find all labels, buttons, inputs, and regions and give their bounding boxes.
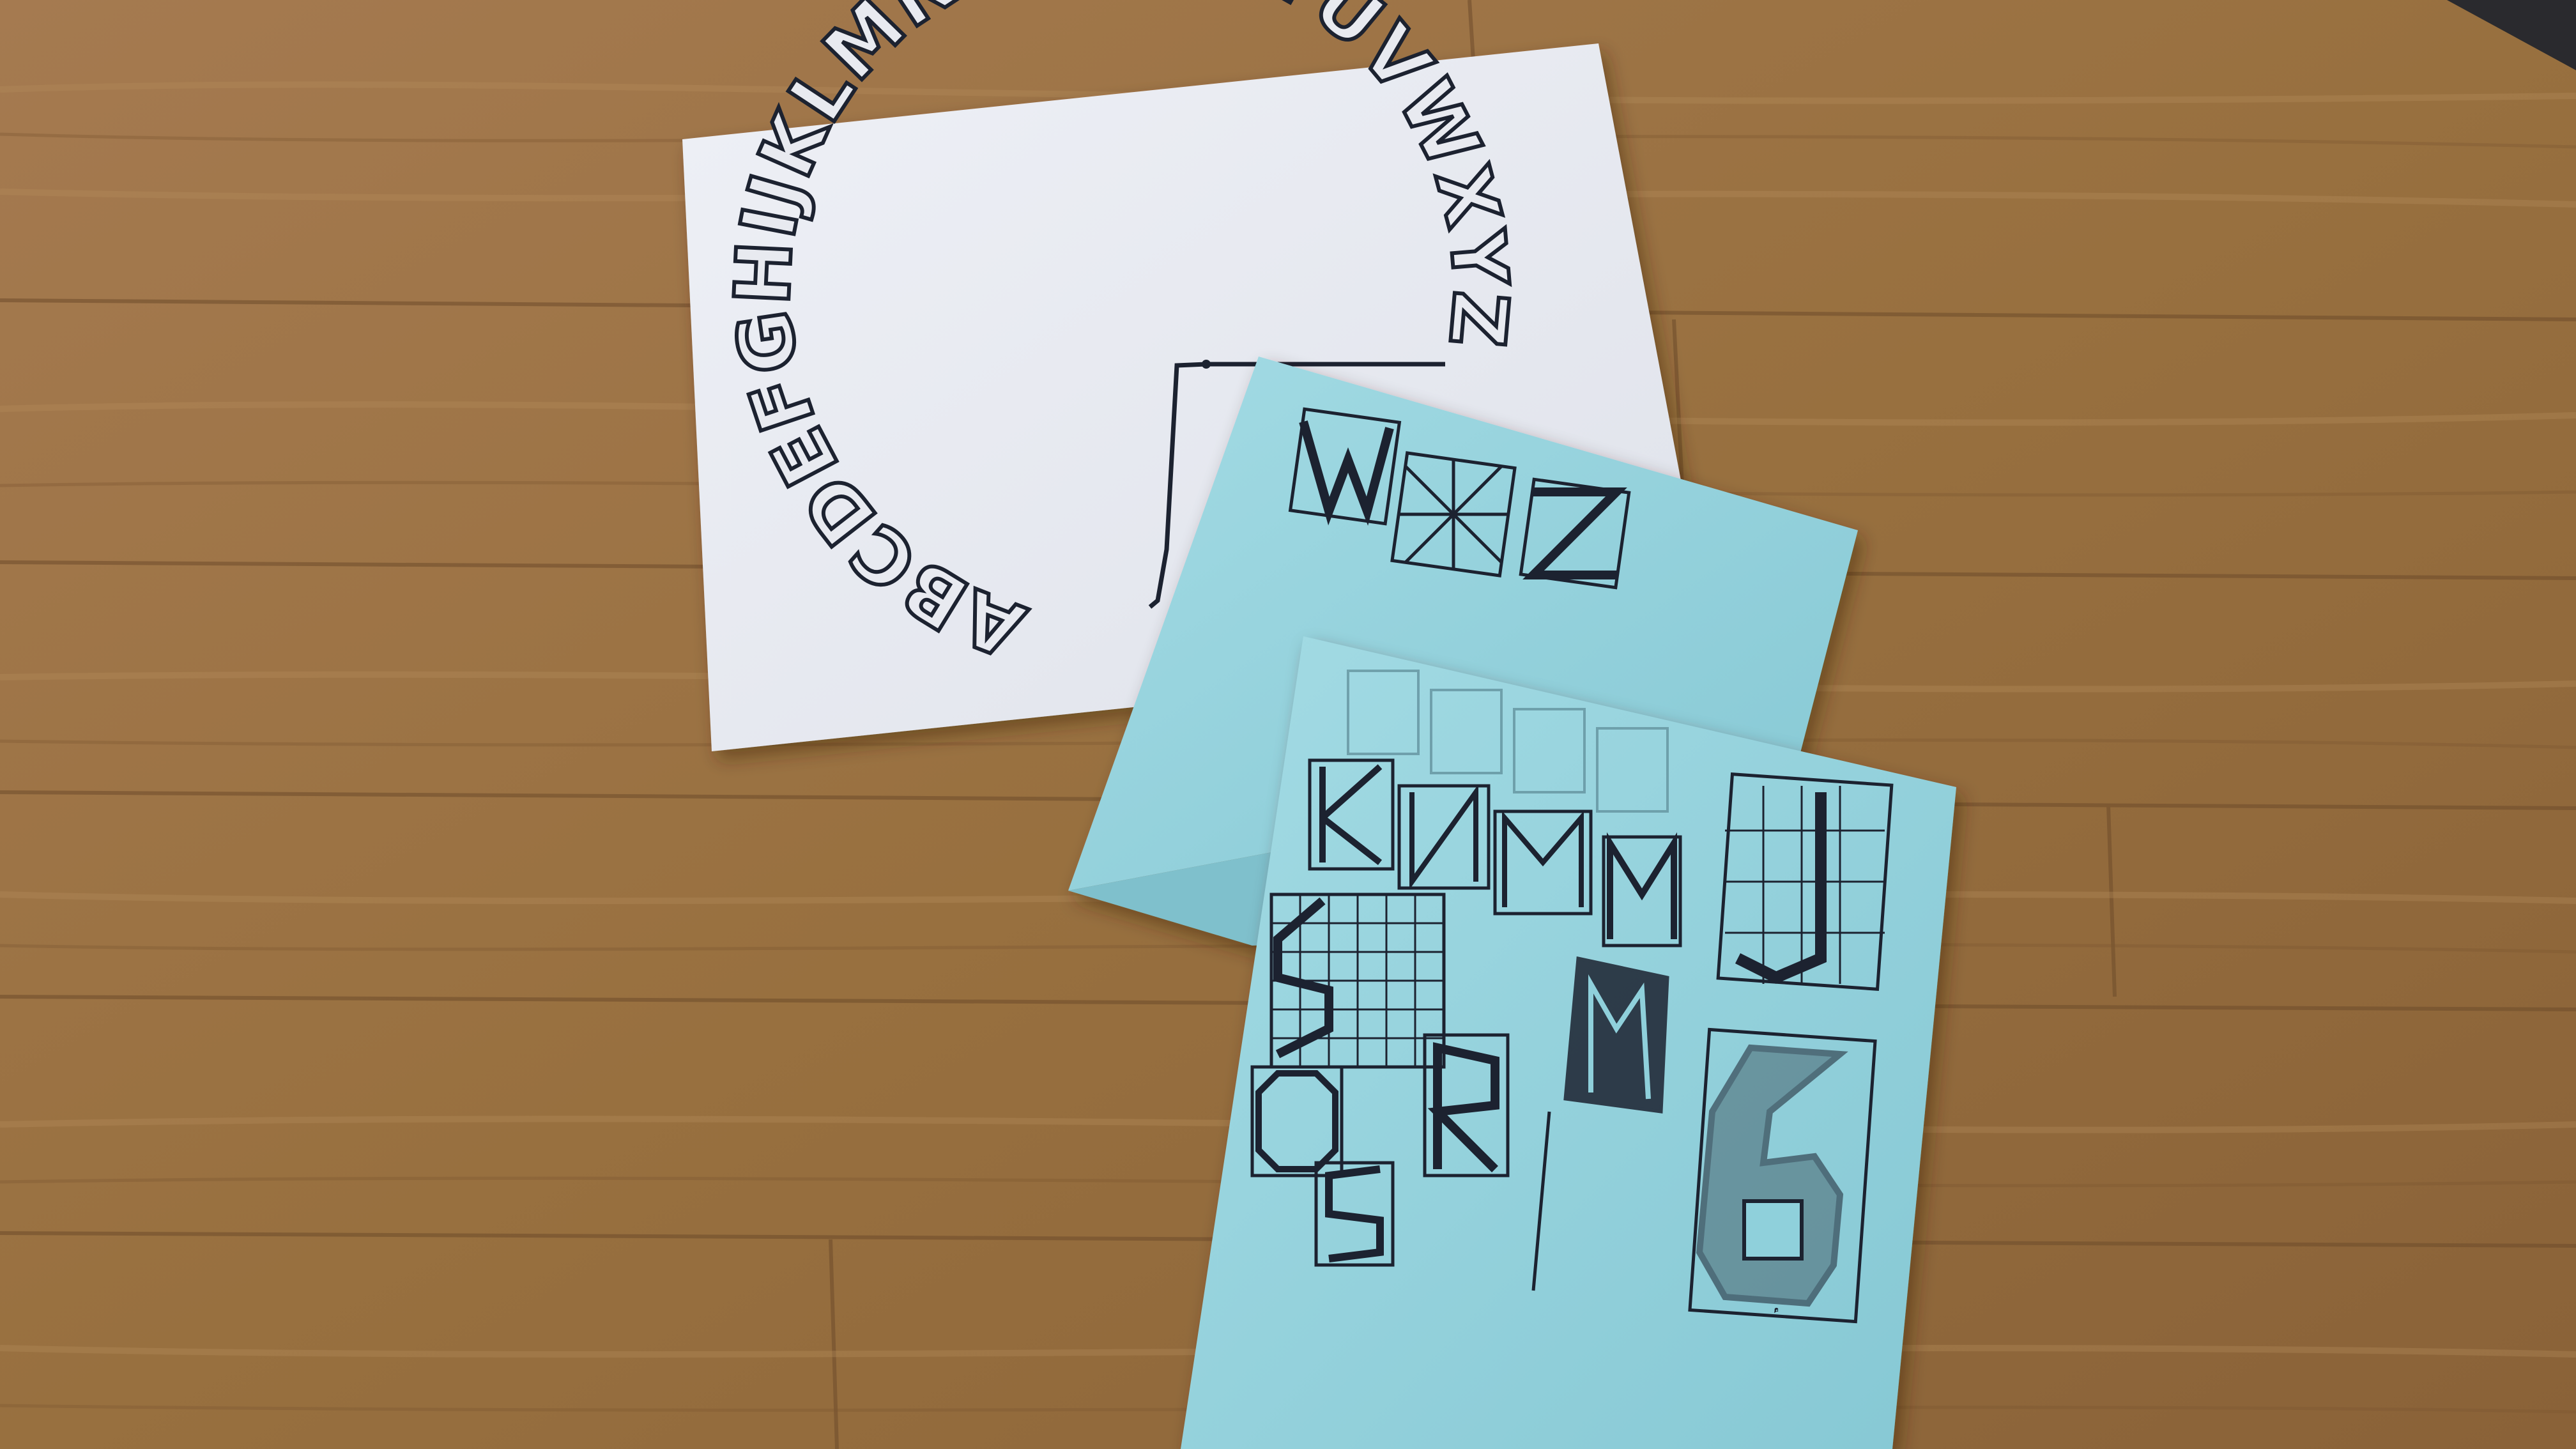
photo-svg: ABCDEFGHIJKLMNOPQRSTUVWXYZ — [0, 0, 2576, 1449]
desk-photo: ABCDEFGHIJKLMNOPQRSTUVWXYZ — [0, 0, 2576, 1449]
sketch-x — [1390, 451, 1517, 578]
sketch-m-dark — [1563, 956, 1669, 1114]
arc-center-dot — [1202, 360, 1211, 369]
